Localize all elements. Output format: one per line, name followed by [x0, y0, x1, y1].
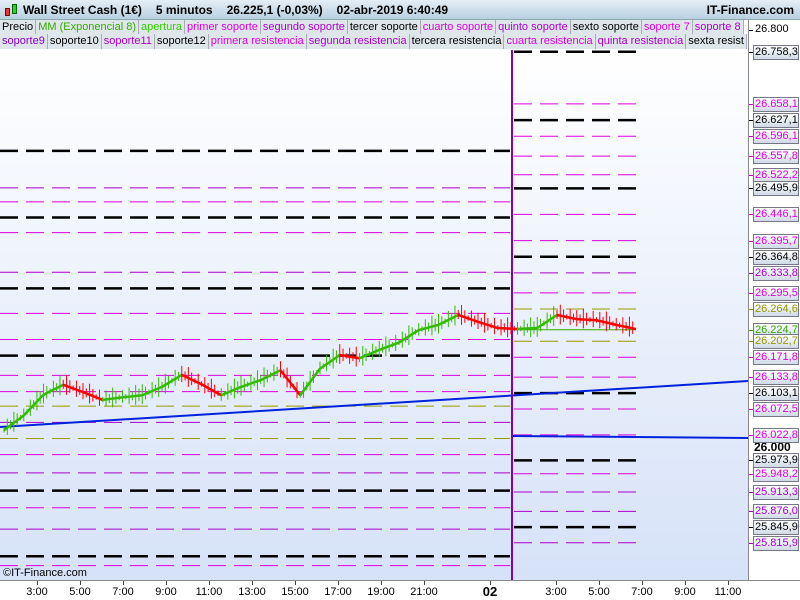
legend-item[interactable]: MM (Exponencial 8): [36, 20, 140, 35]
legend-item[interactable]: soporte11: [101, 34, 155, 49]
price-label: 26.264,6: [753, 301, 799, 317]
time-label: 17:00: [324, 586, 352, 598]
price-label: 26.333,8: [753, 265, 799, 281]
price-axis[interactable]: 26.800 26.000 26.758,3 26.658,1 26.627,1 26…: [748, 20, 800, 580]
datetime: 02-abr-2019 6:40:49: [336, 2, 449, 17]
time-label: 15:00: [281, 586, 309, 598]
price-label: 26.072,5: [753, 402, 799, 418]
price-label: 26.658,1: [753, 96, 799, 112]
price-label: 25.876,0: [753, 504, 799, 520]
price-label: 25.913,3: [753, 484, 799, 500]
time-label: 7:00: [631, 586, 653, 598]
price-label: 26.295,5: [753, 285, 799, 301]
legend-item[interactable]: segunda resistencia: [306, 34, 410, 49]
time-label: 21:00: [410, 586, 438, 598]
price-label: 26.133,8: [753, 370, 799, 386]
legend-item[interactable]: apertura: [139, 20, 185, 35]
time-label: 5:00: [588, 586, 610, 598]
ema-line: [497, 326, 518, 331]
price-label: 26.596,1: [753, 129, 799, 145]
ema-line: [576, 317, 597, 322]
price-label: 26.202,7: [753, 334, 799, 350]
price-label: 26.395,7: [753, 233, 799, 249]
time-axis[interactable]: 3:00 5:00 7:00 9:00 11:00 13:00 15:00 17:00 19:0…: [0, 580, 800, 600]
price-label: 25.948,2: [753, 466, 799, 482]
candlestick-icon: [3, 2, 19, 18]
legend-item[interactable]: primer soporte: [185, 20, 261, 35]
legend-item[interactable]: quinto soporte: [496, 20, 571, 35]
site-name[interactable]: IT-Finance.com: [707, 3, 794, 17]
legend-row-1: Precio MM (Exponencial 8) apertura primer s…: [0, 20, 748, 35]
legend-item[interactable]: cuarto soporte: [420, 20, 497, 35]
legend-item[interactable]: soporte 8: [692, 20, 744, 35]
time-label: 3:00: [545, 586, 567, 598]
legend-item[interactable]: soporte12: [154, 34, 209, 49]
price-label: 26.446,1: [753, 207, 799, 223]
price-label: 26.022,8: [753, 427, 799, 443]
title-bar: Wall Street Cash (1€) 5 minutos 26.225,1…: [0, 0, 800, 20]
price-label: 26.364,8: [753, 249, 799, 265]
price-label: 26.557,8: [753, 149, 799, 165]
plot-area: [0, 49, 748, 580]
time-label: 5:00: [69, 586, 91, 598]
legend-item[interactable]: segundo soporte: [260, 20, 348, 35]
price-label: 26.103,1: [753, 386, 799, 402]
time-label: 19:00: [367, 586, 395, 598]
time-label: 9:00: [155, 586, 177, 598]
ema-line: [517, 326, 538, 331]
price-chart[interactable]: [0, 0, 800, 600]
copyright: ©IT-Finance.com: [3, 567, 87, 579]
price-label: 26.495,9: [753, 181, 799, 197]
time-label: 02: [482, 584, 498, 599]
legend-item[interactable]: soporte 7: [641, 20, 693, 35]
price-tick-top: 26.800: [755, 23, 789, 35]
price-label: 25.845,9: [753, 520, 799, 536]
legend-item[interactable]: primera resistencia: [208, 34, 307, 49]
instrument-name: Wall Street Cash (1€): [23, 2, 142, 17]
legend-item[interactable]: cuarta resistencia: [504, 34, 596, 49]
legend-item[interactable]: sexto soporte: [570, 20, 642, 35]
legend-item[interactable]: soporte9: [0, 34, 48, 49]
price-label: 25.815,9: [753, 535, 799, 551]
timeframe[interactable]: 5 minutos: [156, 3, 213, 17]
legend-item[interactable]: quinta resistencia: [595, 34, 687, 49]
last-quote: 26.225,1 (-0,03%): [226, 2, 323, 17]
price-label: 26.171,8: [753, 350, 799, 366]
legend-item[interactable]: tercer soporte: [347, 20, 421, 35]
legend-item[interactable]: sexta resist: [686, 34, 747, 49]
price-label: 26.627,1: [753, 113, 799, 129]
legend-item[interactable]: Precio: [0, 20, 37, 35]
time-label: 11:00: [714, 586, 742, 598]
legend-item[interactable]: soporte10: [47, 34, 102, 49]
time-label: 7:00: [112, 586, 134, 598]
time-label: 3:00: [26, 586, 48, 598]
time-label: 13:00: [238, 586, 266, 598]
time-label: 9:00: [674, 586, 696, 598]
legend-item[interactable]: tercera resistencia: [409, 34, 505, 49]
time-label: 11:00: [195, 586, 223, 598]
legend-row-2: soporte9 soporte10 soporte11 soporte12 prime…: [0, 34, 748, 49]
price-label: 26.758,3: [753, 44, 799, 60]
